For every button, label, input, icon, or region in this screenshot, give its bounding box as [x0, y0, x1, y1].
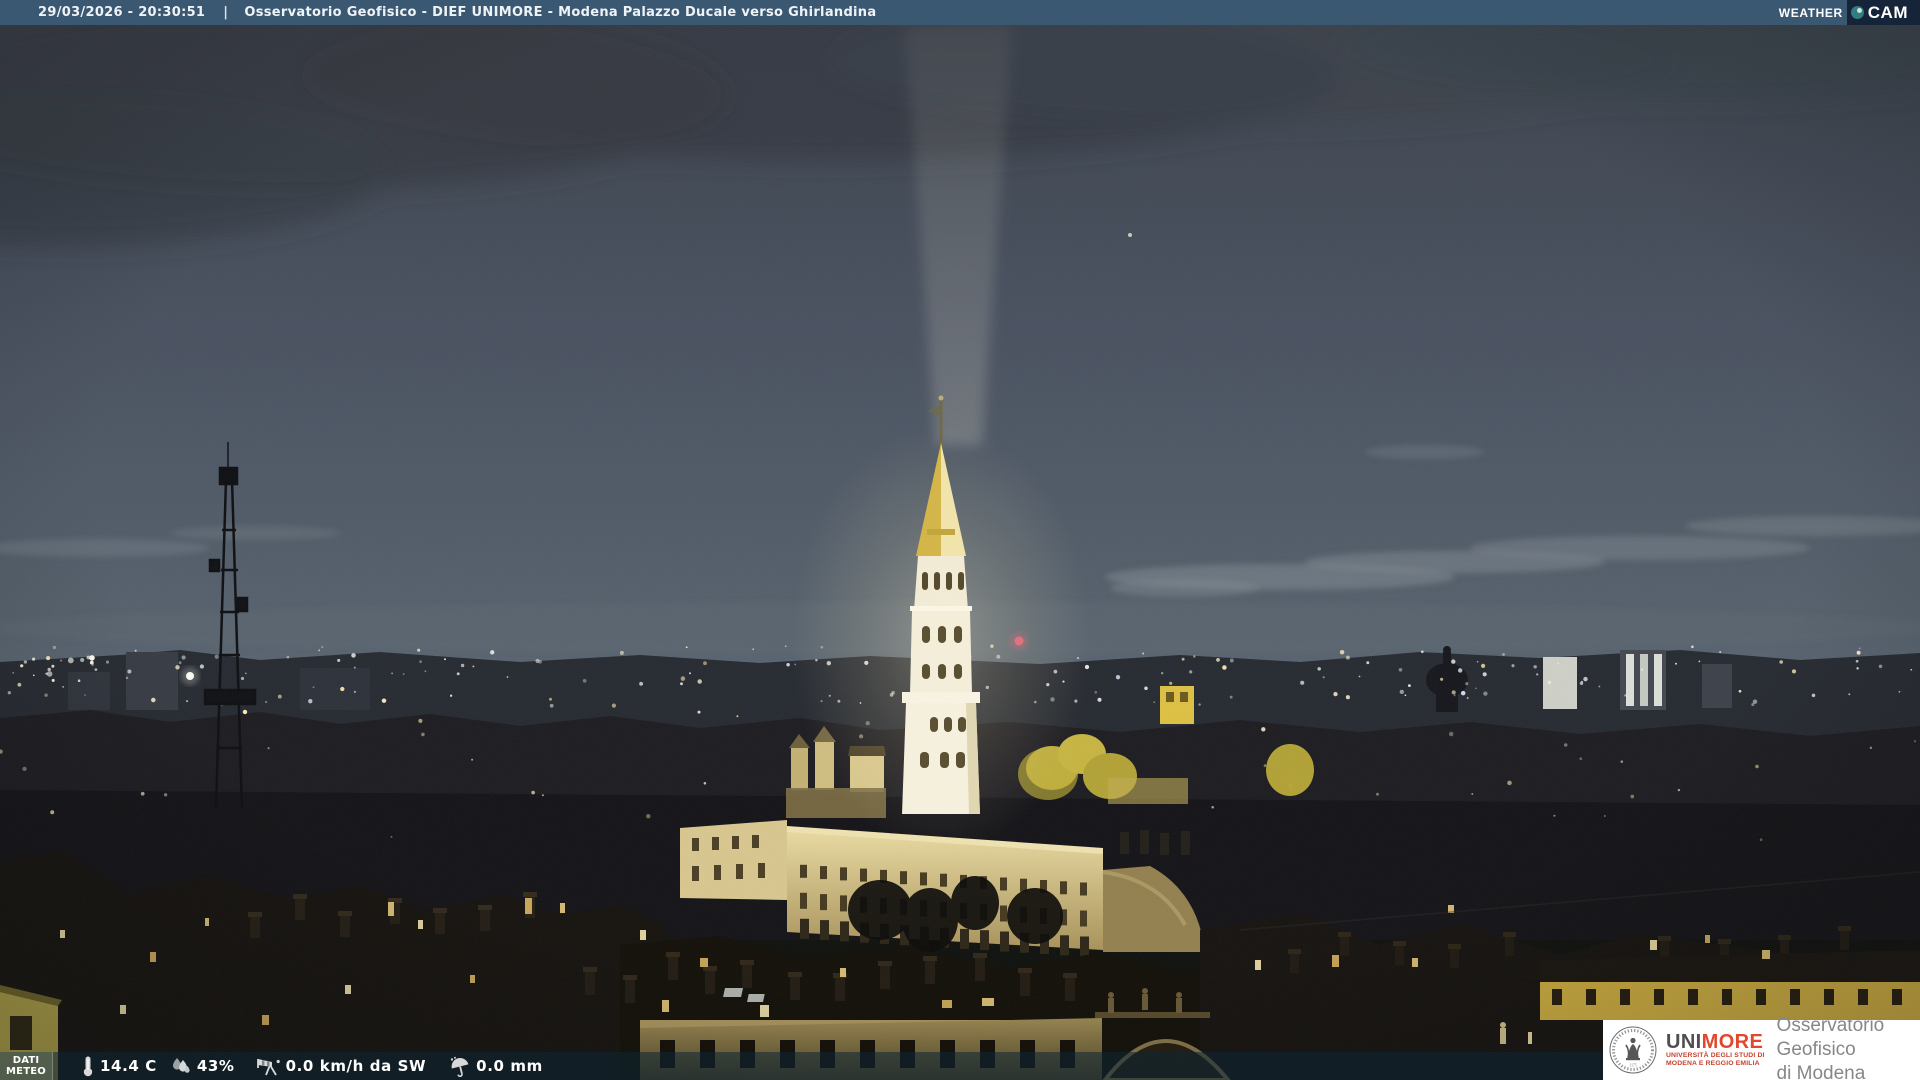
unimore-subtitle-line1: UNIVERSITÀ DEGLI STUDI DI: [1666, 1051, 1765, 1059]
rain-value: 0.0 mm: [476, 1057, 543, 1075]
separator: |: [223, 5, 229, 20]
camera-title: Osservatorio Geofisico - DIEF UNIMORE - …: [244, 5, 877, 20]
unimore-name: UNIMORE: [1666, 1032, 1765, 1052]
temperature-reading: 14.4 C: [81, 1055, 157, 1077]
rain-reading: 0.0 mm: [449, 1056, 543, 1077]
observatory-line1: Osservatorio Geofisico: [1776, 1015, 1885, 1061]
badge-line2: METEO: [6, 1066, 46, 1077]
weathercam-weather-text: Weather: [1778, 5, 1843, 20]
rain-icon: [450, 1056, 469, 1077]
unimore-branding-box: 1175 UNIMORE UNIVERSITÀ DEGLI STUDI DI M…: [1603, 1015, 1920, 1080]
thermometer-icon: [83, 1056, 93, 1077]
observatory-line2: di Modena: [1776, 1062, 1866, 1080]
dati-meteo-badge: DATI METEO: [0, 1052, 53, 1080]
humidity-icon: [172, 1058, 190, 1073]
wind-value: 0.0 km/h da SW: [285, 1057, 427, 1075]
topbar: 29/03/2026 - 20:30:51 | Osservatorio Geo…: [0, 0, 1920, 25]
weathercam-cam-block: CAM: [1846, 0, 1920, 25]
unimore-more-text: MORE: [1701, 1030, 1764, 1053]
unimore-subtitle-line2: MODENA E REGGIO EMILIA: [1666, 1060, 1760, 1067]
wind-reading: 0.0 km/h da SW: [255, 1056, 427, 1077]
humidity-reading: 43%: [170, 1056, 235, 1076]
weathercam-cam-text: CAM: [1867, 2, 1908, 22]
datetime-text: 29/03/2026 - 20:30:51: [38, 5, 206, 20]
weathercam-dot-icon: [1850, 6, 1864, 19]
unimore-wordmark: UNIMORE UNIVERSITÀ DEGLI STUDI DI MODENA…: [1666, 1032, 1765, 1069]
webcam-frame: 29/03/2026 - 20:30:51 | Osservatorio Geo…: [0, 0, 1920, 1080]
city-night-scene: [0, 0, 1920, 1080]
temperature-value: 14.4 C: [100, 1057, 157, 1075]
badge-line1: DATI: [12, 1054, 40, 1066]
wind-icon: [256, 1058, 280, 1075]
unimore-uni-text: UNI: [1666, 1030, 1702, 1053]
weathercam-logo: Weather CAM: [1779, 0, 1920, 25]
humidity-value: 43%: [196, 1057, 235, 1075]
observatory-name: Osservatorio Geofisico di Modena: [1777, 1014, 1920, 1080]
sensor-grain: [0, 0, 1920, 1080]
unimore-seal-icon: 1175: [1609, 1026, 1657, 1074]
svg-text:1175: 1175: [1629, 1064, 1636, 1068]
